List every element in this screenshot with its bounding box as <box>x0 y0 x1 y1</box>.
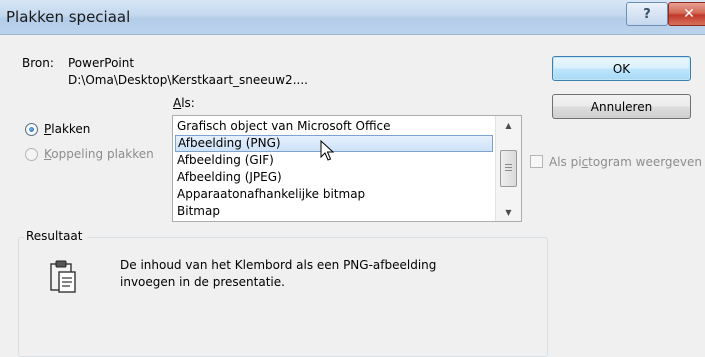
list-item[interactable]: Afbeelding (JPEG) <box>175 169 493 186</box>
scroll-up-button[interactable]: ▲ <box>496 116 521 134</box>
close-icon: ✕ <box>683 6 695 22</box>
paste-radio-label[interactable]: Plakken <box>44 122 90 136</box>
help-icon: ? <box>643 6 651 22</box>
result-title: Resultaat <box>24 229 87 243</box>
window-title: Plakken speciaal <box>6 8 131 26</box>
mouse-cursor-icon <box>320 140 335 161</box>
close-button[interactable]: ✕ <box>668 2 705 26</box>
source-path: D:\Oma\Desktop\Kerstkaart_sneeuw2.... <box>68 73 308 87</box>
paste-radio[interactable] <box>25 123 38 136</box>
list-item[interactable]: Apparaatonafhankelijke bitmap <box>175 186 493 203</box>
paste-link-radio[interactable] <box>25 148 38 161</box>
scroll-down-icon: ▼ <box>505 207 512 217</box>
result-description-line2: invoegen in de presentatie. <box>120 275 285 289</box>
source-app: PowerPoint <box>68 56 135 70</box>
scroll-thumb[interactable] <box>500 150 517 187</box>
result-groupbox <box>18 237 548 357</box>
result-description-line1: De inhoud van het Klembord als een PNG-a… <box>120 258 437 272</box>
help-button[interactable]: ? <box>626 2 668 26</box>
paste-link-radio-label[interactable]: Koppeling plakken <box>44 147 154 161</box>
display-as-icon-label[interactable]: Als pictogram weergeven <box>549 155 702 169</box>
title-bar: Plakken speciaal ? ✕ <box>0 0 705 35</box>
source-label: Bron: <box>22 56 54 70</box>
list-item[interactable]: Grafisch object van Microsoft Office <box>175 118 493 135</box>
as-label: Als: <box>173 96 195 110</box>
cancel-button[interactable]: Annuleren <box>552 94 691 119</box>
list-item[interactable]: Bitmap <box>175 203 493 220</box>
listbox-scrollbar[interactable]: ▲ ▼ <box>495 116 521 221</box>
clipboard-icon <box>50 260 76 293</box>
display-as-icon-checkbox[interactable] <box>530 155 543 168</box>
scroll-down-button[interactable]: ▼ <box>496 203 521 221</box>
scroll-up-icon: ▲ <box>505 120 512 130</box>
paste-as-listbox[interactable]: Grafisch object van Microsoft Office Afb… <box>172 115 522 222</box>
ok-button[interactable]: OK <box>552 56 691 81</box>
